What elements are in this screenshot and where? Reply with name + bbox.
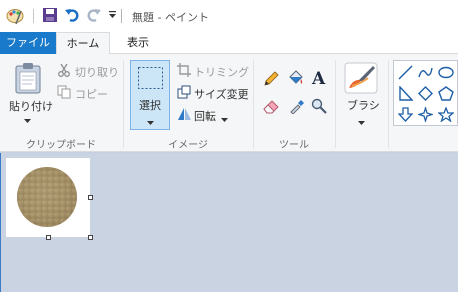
arrow-down-shape-icon[interactable] <box>397 107 414 125</box>
group-divider <box>123 60 124 148</box>
resize-handle-bottom[interactable] <box>46 235 51 240</box>
fill-bucket-icon[interactable] <box>287 70 304 90</box>
textured-circle-drawing <box>17 167 77 227</box>
window-left-border <box>0 153 1 292</box>
shapes-gallery <box>393 60 458 126</box>
resize-button[interactable]: サイズ変更 <box>194 86 249 102</box>
tools-group-label: ツール <box>279 140 309 151</box>
ribbon: 貼り付け 切り取り コピー クリップボード 選択 トリミング サイズ変更 回転 … <box>0 54 458 152</box>
select-dropdown-chevron-icon[interactable] <box>147 116 154 129</box>
customize-toolbar-icon[interactable] <box>108 10 117 23</box>
rotate-dropdown-chevron-icon[interactable] <box>221 113 228 126</box>
rotate-icon <box>177 107 192 124</box>
pentagon-shape-icon[interactable] <box>438 86 454 104</box>
crop-icon <box>177 63 191 80</box>
magnifier-icon[interactable] <box>311 98 327 117</box>
undo-icon[interactable] <box>64 7 80 26</box>
title-bar: 無題 - ペイント <box>0 0 458 32</box>
text-tool-icon[interactable]: A <box>312 69 325 89</box>
select-button-label: 選択 <box>139 99 161 112</box>
group-divider <box>253 60 254 148</box>
eraser-icon[interactable] <box>263 99 280 117</box>
tab-view[interactable]: 表示 <box>114 32 162 54</box>
color-picker-icon[interactable] <box>289 98 305 117</box>
title-divider <box>33 9 34 23</box>
copy-icon <box>57 85 71 102</box>
crop-button[interactable]: トリミング <box>194 64 249 80</box>
resize-handle-right[interactable] <box>88 195 93 200</box>
paint-app-icon[interactable] <box>6 7 24 28</box>
brushes-dropdown-chevron-icon[interactable] <box>358 116 365 129</box>
brush-icon[interactable] <box>344 62 378 97</box>
group-divider <box>335 60 336 148</box>
group-divider <box>388 60 389 148</box>
cut-button[interactable]: 切り取り <box>75 64 119 80</box>
four-point-star-shape-icon[interactable] <box>416 105 435 125</box>
tab-file[interactable]: ファイル <box>0 32 56 54</box>
diamond-shape-icon[interactable] <box>418 86 433 104</box>
star-shape-icon[interactable] <box>437 106 455 125</box>
line-shape-icon[interactable] <box>398 65 413 83</box>
select-rectangle-icon <box>137 66 164 93</box>
resize-icon <box>177 85 191 102</box>
clipboard-icon[interactable] <box>14 62 42 97</box>
tab-home[interactable]: ホーム <box>56 32 110 55</box>
save-icon[interactable] <box>42 7 58 26</box>
paste-dropdown-chevron-icon[interactable] <box>24 114 31 127</box>
canvas-workspace[interactable] <box>0 153 458 292</box>
paste-button-label[interactable]: 貼り付け <box>9 98 53 114</box>
drawing-canvas[interactable] <box>6 158 90 237</box>
ribbon-tabs: ファイル ホーム 表示 <box>0 32 458 55</box>
resize-handle-corner[interactable] <box>88 235 93 240</box>
window-title: 無題 - ペイント <box>132 11 209 24</box>
pencil-icon[interactable] <box>263 71 279 90</box>
rotate-button[interactable]: 回転 <box>194 108 216 124</box>
redo-icon[interactable] <box>86 7 102 26</box>
quick-access-divider <box>121 9 122 23</box>
scissors-icon <box>57 63 71 80</box>
triangle-shape-icon[interactable] <box>398 85 414 104</box>
image-group-label: イメージ <box>168 140 208 151</box>
curve-shape-icon[interactable] <box>418 65 433 83</box>
oval-shape-icon[interactable] <box>438 65 454 83</box>
copy-button[interactable]: コピー <box>75 86 108 102</box>
brushes-button-label[interactable]: ブラシ <box>347 97 380 113</box>
clipboard-group-label: クリップボード <box>26 140 96 151</box>
